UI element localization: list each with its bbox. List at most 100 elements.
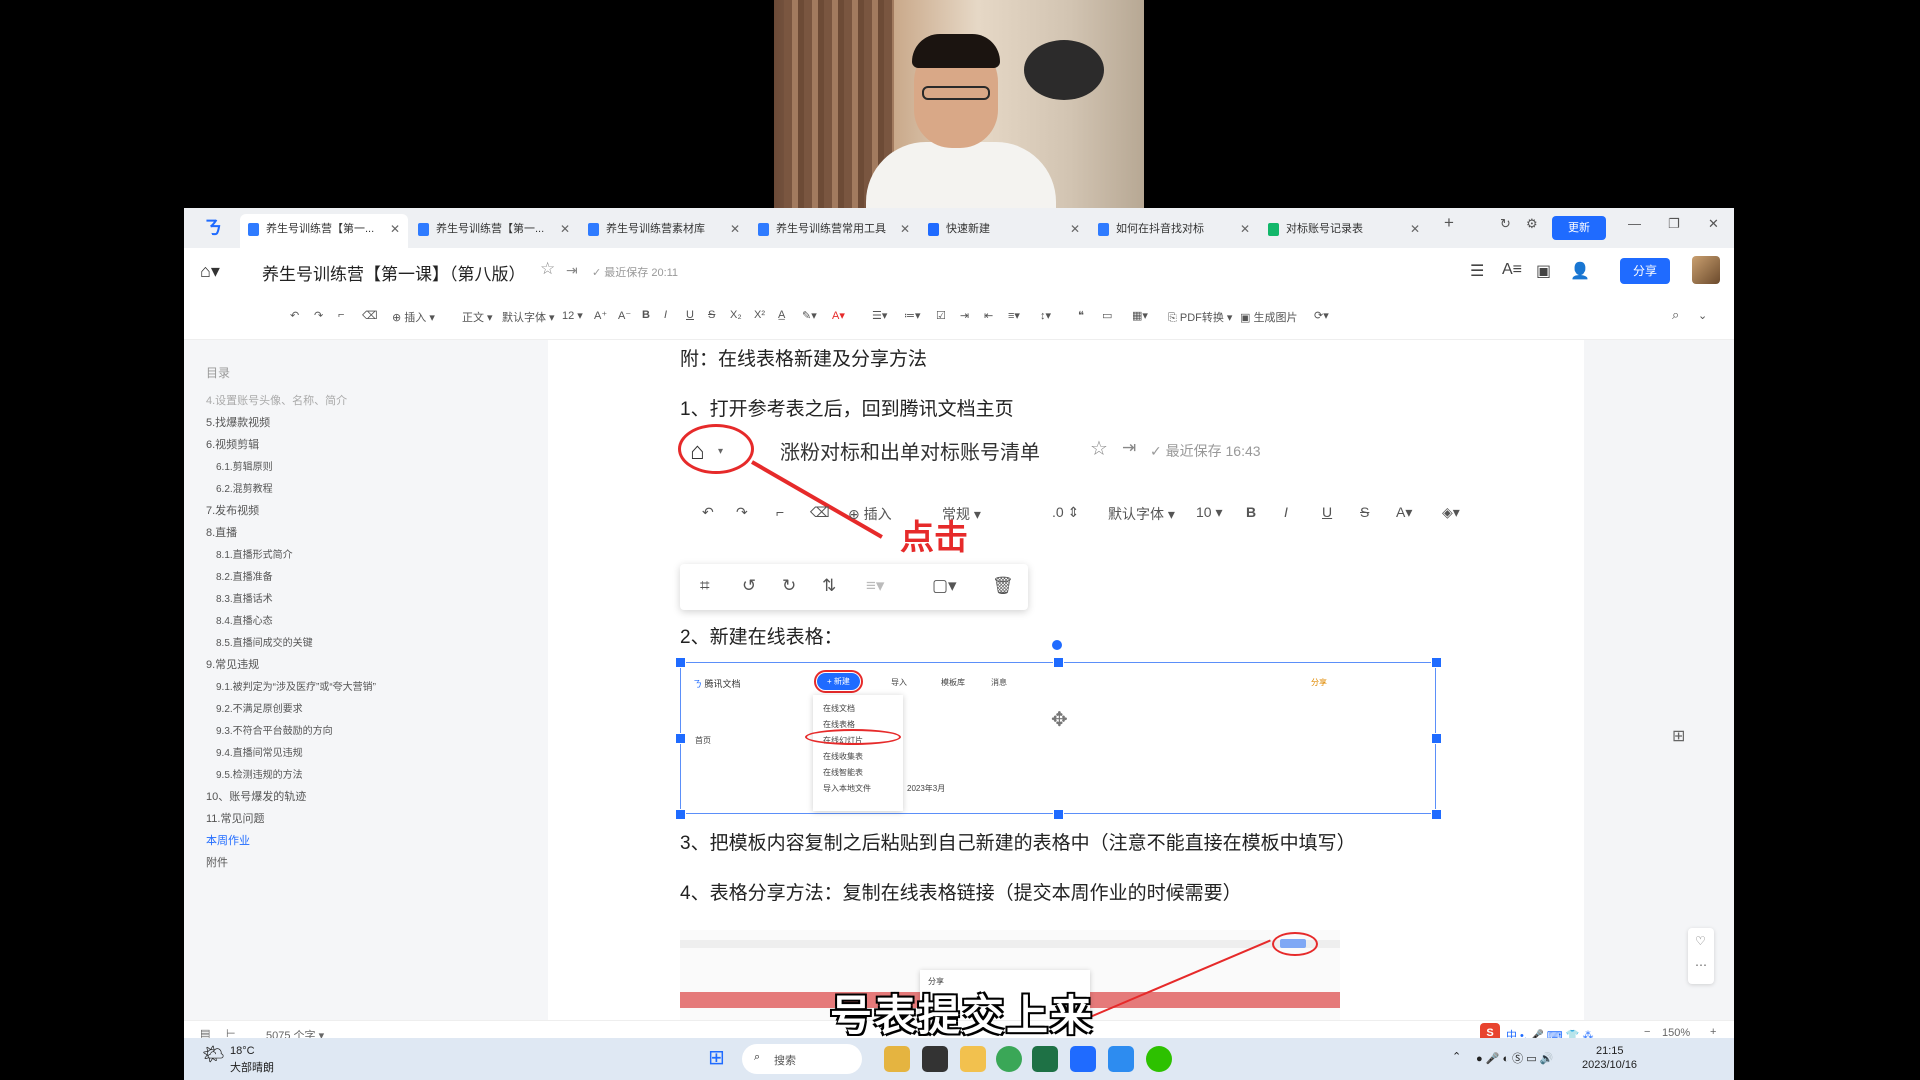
close-window-button[interactable]: ✕ <box>1708 216 1719 232</box>
paragraph-style-select[interactable]: 正文 ▾ <box>462 309 493 325</box>
chrome-icon[interactable] <box>996 1046 1022 1072</box>
tray-chevron-icon[interactable]: ⌃ <box>1452 1050 1461 1063</box>
screenshot-image-2-selected[interactable]: ㄋ 腾讯文档 + 新建 导入 模板库 消息 分享 首页 在线文档 在线表格 在线… <box>675 657 1442 820</box>
settings-icon[interactable]: ⚙ <box>1526 216 1538 232</box>
menu-icon[interactable]: ☰ <box>1470 261 1484 281</box>
taskbar-app-icon[interactable] <box>884 1046 910 1072</box>
toc-item[interactable]: 8.4.直播心态 <box>216 612 273 627</box>
toc-item[interactable]: 8.5.直播间成交的关键 <box>216 634 313 649</box>
underline-icon[interactable]: U <box>686 309 694 321</box>
collaborators-icon[interactable]: 👤 <box>1570 261 1590 281</box>
document-page[interactable]: 附：在线表格新建及分享方法 1、打开参考表之后，回到腾讯文档主页 ⌂ ▾ 涨粉对… <box>548 340 1584 1020</box>
format-icon[interactable]: A̲ <box>778 309 785 321</box>
insert-menu[interactable]: ⊕ 插入 ▾ <box>392 309 435 325</box>
image-icon[interactable]: ▦▾ <box>1132 309 1148 322</box>
comment-icon[interactable]: ▭ <box>1102 309 1112 322</box>
align-icon[interactable]: ≡▾ <box>1008 309 1020 322</box>
toc-item[interactable]: 6.1.剪辑原则 <box>216 458 273 473</box>
tab-2[interactable]: 养生号训练营素材库 ✕ <box>580 214 748 248</box>
tab-6[interactable]: 对标账号记录表 ✕ <box>1260 214 1428 248</box>
restore-button[interactable]: ❐ <box>1668 216 1680 232</box>
font-size-select[interactable]: 12 ▾ <box>562 309 583 322</box>
clock-time[interactable]: 21:15 <box>1596 1045 1624 1057</box>
close-icon[interactable]: ✕ <box>1240 214 1250 244</box>
undo-icon[interactable]: ↶ <box>290 309 299 322</box>
text-style-icon[interactable]: A≡ <box>1502 261 1522 279</box>
more-icon[interactable]: ⋯ <box>1695 958 1707 972</box>
update-button[interactable]: 更新 <box>1552 216 1606 240</box>
toc-item[interactable]: 7.发布视频 <box>206 502 259 518</box>
generate-image-button[interactable]: ▣ 生成图片 <box>1240 309 1297 325</box>
toc-item[interactable]: 附件 <box>206 854 228 870</box>
refresh-icon[interactable]: ↻ <box>1500 216 1511 232</box>
move-to-folder-icon[interactable]: ⇥ <box>566 262 578 279</box>
toc-item[interactable]: 8.直播 <box>206 524 237 540</box>
toc-item[interactable]: 9.3.不符合平台鼓励的方向 <box>216 722 333 737</box>
tab-5[interactable]: 如何在抖音找对标 ✕ <box>1090 214 1258 248</box>
numbered-list-icon[interactable]: ≔▾ <box>904 309 921 322</box>
strikethrough-icon[interactable]: S <box>708 309 715 321</box>
italic-icon[interactable]: I <box>664 309 667 321</box>
excel-icon[interactable] <box>1032 1046 1058 1072</box>
tab-1[interactable]: 养生号训练营【第一... ✕ <box>410 214 578 248</box>
font-color-icon[interactable]: A▾ <box>832 309 845 322</box>
tab-0[interactable]: 养生号训练营【第一... ✕ <box>240 214 408 248</box>
toc-item[interactable]: 5.找爆款视频 <box>206 414 270 430</box>
subscript-icon[interactable]: X₂ <box>730 309 742 321</box>
quote-icon[interactable]: ❝ <box>1078 309 1084 322</box>
tab-4[interactable]: 快速新建 ✕ <box>920 214 1088 248</box>
outdent-icon[interactable]: ⇤ <box>984 309 993 322</box>
close-icon[interactable]: ✕ <box>1070 214 1080 244</box>
collapse-icon[interactable]: ⌄ <box>1698 309 1707 322</box>
minimize-button[interactable]: — <box>1628 216 1641 231</box>
toc-item[interactable]: 8.2.直播准备 <box>216 568 273 583</box>
flip-icon[interactable]: ⇅ <box>822 576 836 596</box>
wechat-icon[interactable] <box>1146 1046 1172 1072</box>
more-tools-icon[interactable]: ⟳▾ <box>1314 309 1329 322</box>
tencent-docs-icon[interactable] <box>1070 1046 1096 1072</box>
close-icon[interactable]: ✕ <box>560 214 570 244</box>
weather-desc[interactable]: 大部晴朗 <box>230 1059 274 1075</box>
rotate-left-icon[interactable]: ↺ <box>742 576 756 596</box>
share-button[interactable]: 分享 <box>1620 258 1670 284</box>
bold-icon[interactable]: B <box>642 309 650 321</box>
zoom-out-icon[interactable]: − <box>1644 1026 1650 1038</box>
close-icon[interactable]: ✕ <box>390 214 400 244</box>
close-icon[interactable]: ✕ <box>1410 214 1420 244</box>
close-icon[interactable]: ✕ <box>900 214 910 244</box>
line-spacing-icon[interactable]: ↕▾ <box>1040 309 1051 322</box>
toc-item[interactable]: 6.视频剪辑 <box>206 436 259 452</box>
resize-handle[interactable] <box>675 657 686 668</box>
toc-item[interactable]: 9.4.直播间常见违规 <box>216 744 303 759</box>
avatar[interactable] <box>1692 256 1720 284</box>
file-explorer-icon[interactable] <box>960 1046 986 1072</box>
wrap-text-icon[interactable]: ≡▾ <box>866 576 884 596</box>
clock-date[interactable]: 2023/10/16 <box>1582 1059 1637 1071</box>
new-tab-button[interactable]: + <box>1444 213 1454 233</box>
close-icon[interactable]: ✕ <box>730 214 740 244</box>
tray-icons[interactable]: ● 🎤 ◐ Ⓢ ▭ 🔊 <box>1476 1050 1553 1066</box>
toc-item[interactable]: 8.3.直播话术 <box>216 590 273 605</box>
toc-item[interactable]: 9.1.被判定为“涉及医疗”或“夸大营销” <box>216 678 376 693</box>
resize-handle[interactable] <box>1431 733 1442 744</box>
toc-item[interactable]: 4.设置账号头像、名称、简介 <box>206 392 347 408</box>
border-icon[interactable]: ▢▾ <box>932 576 957 596</box>
app-logo-icon[interactable]: ㄋ <box>204 218 226 238</box>
document-title[interactable]: 养生号训练营【第一课】（第八版） <box>262 260 526 285</box>
format-painter-icon[interactable]: ⌐ <box>338 309 344 321</box>
indent-icon[interactable]: ⇥ <box>960 309 969 322</box>
highlight-icon[interactable]: ✎▾ <box>802 309 817 322</box>
weather-temp[interactable]: 18°C <box>230 1045 255 1057</box>
bullet-list-icon[interactable]: ☰▾ <box>872 309 887 322</box>
resize-handle[interactable] <box>1053 809 1064 820</box>
toc-item[interactable]: 9.2.不满足原创要求 <box>216 700 303 715</box>
toc-item[interactable]: 9.常见违规 <box>206 656 259 672</box>
resize-handle[interactable] <box>1431 657 1442 668</box>
screenshot-image-1[interactable]: ⌂ ▾ 涨粉对标和出单对标账号清单 ☆ ⇥ ✓ 最近保存 16:43 点击 ↶ … <box>678 424 1530 557</box>
search-icon[interactable]: ⌕ <box>1672 307 1679 323</box>
pdf-convert-button[interactable]: ⎘ PDF转换 ▾ <box>1168 309 1232 325</box>
checklist-icon[interactable]: ☑ <box>936 309 946 322</box>
weather-icon[interactable]: 🌤 <box>202 1044 225 1065</box>
toc-item[interactable]: 6.2.混剪教程 <box>216 480 273 495</box>
rotate-handle[interactable] <box>1052 640 1062 650</box>
